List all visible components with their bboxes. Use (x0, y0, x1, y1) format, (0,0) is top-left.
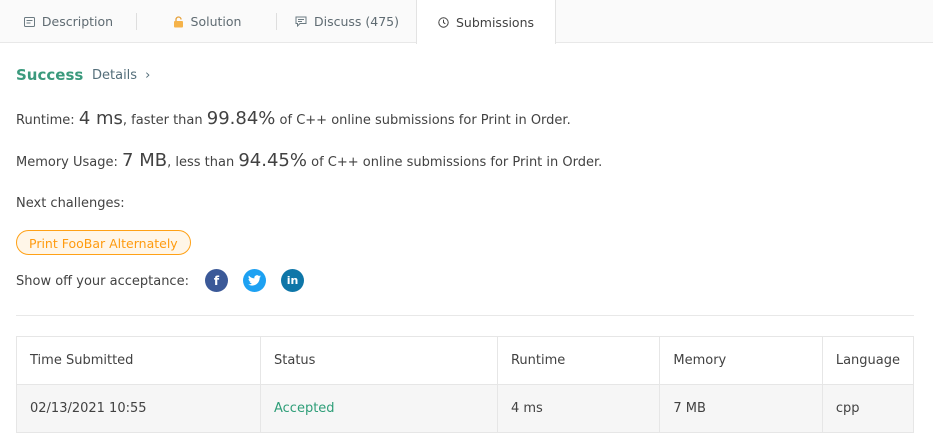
runtime-label: Runtime: (16, 113, 75, 128)
runtime-percent: 99.84% (206, 108, 276, 129)
tab-label: Submissions (455, 14, 535, 30)
facebook-icon[interactable]: f (205, 269, 228, 292)
divider (16, 315, 914, 316)
submissions-table: Time Submitted Status Runtime Memory Lan… (16, 336, 915, 433)
cell-language: cpp (821, 384, 915, 433)
lock-icon (173, 15, 184, 28)
tab-bar: Description Solution Discuss (475) Submi… (0, 0, 933, 44)
column-header-memory: Memory (659, 336, 823, 385)
discuss-icon (295, 16, 307, 27)
details-link[interactable]: Details › (92, 68, 150, 83)
memory-middle: , less than (167, 155, 235, 170)
tab-label: Description (41, 14, 114, 29)
chevron-right-icon: › (145, 68, 151, 83)
column-header-language: Language (821, 336, 915, 385)
memory-suffix: of C++ online submissions for Print in O… (311, 155, 603, 170)
tab-solution[interactable]: Solution (137, 0, 277, 43)
tab-description[interactable]: Description (0, 0, 137, 43)
table-row: 02/13/2021 10:55 Accepted 4 ms 7 MB cpp (16, 384, 915, 433)
tab-discuss[interactable]: Discuss (475) (277, 0, 417, 43)
table-header-row: Time Submitted Status Runtime Memory Lan… (16, 336, 915, 385)
next-challenges-label: Next challenges: (16, 196, 125, 211)
linkedin-icon[interactable]: in (281, 269, 304, 292)
memory-percent: 94.45% (238, 150, 307, 171)
details-label: Details (92, 68, 138, 83)
tab-submissions[interactable]: Submissions (416, 0, 556, 44)
memory-value: 7 MB (122, 150, 168, 171)
twitter-icon[interactable] (243, 269, 266, 292)
runtime-stat: Runtime: 4 ms, faster than 99.84% of C++… (16, 108, 571, 129)
tab-label: Solution (190, 14, 242, 29)
cell-time-submitted: 02/13/2021 10:55 (16, 384, 261, 433)
cell-status-link[interactable]: Accepted (260, 384, 498, 433)
challenge-tag[interactable]: Print FooBar Alternately (16, 230, 191, 255)
share-label: Show off your acceptance: (16, 274, 189, 289)
cell-memory: 7 MB (659, 384, 823, 433)
column-header-time: Time Submitted (16, 336, 261, 385)
memory-stat: Memory Usage: 7 MB, less than 94.45% of … (16, 150, 602, 171)
result-status: Success (16, 66, 84, 84)
facebook-glyph: f (213, 273, 220, 288)
runtime-suffix: of C++ online submissions for Print in O… (279, 113, 571, 128)
column-header-runtime: Runtime (496, 336, 661, 385)
description-icon (23, 16, 35, 27)
column-header-status: Status (260, 336, 498, 385)
linkedin-glyph: in (286, 274, 299, 287)
cell-runtime: 4 ms (496, 384, 661, 433)
runtime-value: 4 ms (78, 108, 123, 129)
runtime-middle: , faster than (122, 113, 203, 128)
clock-icon (438, 16, 449, 28)
tab-label: Discuss (475) (313, 14, 400, 29)
memory-label: Memory Usage: (16, 155, 118, 170)
